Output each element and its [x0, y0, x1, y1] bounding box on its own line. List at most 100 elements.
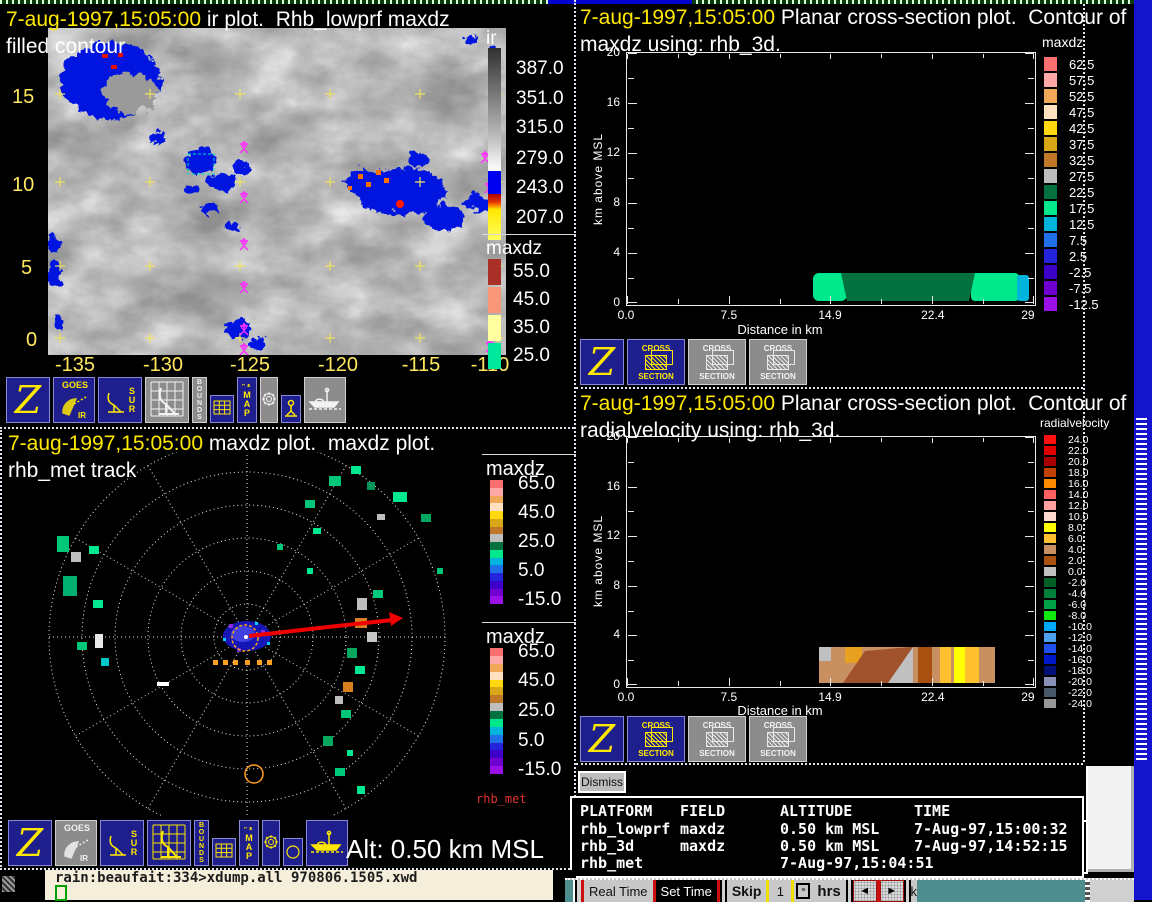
radar-ppi-display[interactable] — [7, 452, 479, 816]
colorbar-separator — [482, 234, 576, 235]
optimizer-button[interactable] — [260, 377, 278, 423]
real-time-button[interactable]: Real Time — [584, 880, 653, 902]
zeb-menu-button[interactable]: Z — [6, 377, 50, 423]
radar-echo-cell — [89, 546, 99, 554]
axis-tick — [1025, 586, 1034, 587]
dismiss-button[interactable]: Dismiss — [578, 771, 626, 793]
cross-section-button[interactable]: CROSSSECTION — [749, 716, 807, 762]
scale-color-step — [490, 735, 503, 743]
frame-divider-bottom-right — [576, 763, 1083, 765]
axis-tick — [1033, 54, 1034, 59]
scale-color-step — [490, 719, 503, 727]
radar-echo-cell — [335, 768, 345, 776]
terminal-cursor — [55, 885, 67, 901]
maxdz16-colorbar-swatch — [1044, 297, 1057, 311]
grid-overlay-button[interactable] — [210, 395, 234, 423]
maxdz16-colorbar-value: 32.5 — [1069, 153, 1094, 168]
map-icon: ᵔᵜMAP — [244, 825, 255, 861]
time-control-taskbar: Real Time Set Time Skip 1 ≡ hrs ◄ ► k — [565, 878, 1134, 902]
bounds-button[interactable]: BOUNDS — [194, 820, 209, 866]
buoy-overlay-button[interactable] — [281, 395, 301, 423]
maxdz16-colorbar-row: -2.5 — [1044, 264, 1099, 280]
ir-map-title: 7-aug-1997,15:05:00 ir plot. Rhb_lowprf … — [6, 6, 450, 33]
map-overlay-button[interactable]: ᵔᵜMAP — [239, 820, 259, 866]
axis-tick — [830, 296, 831, 304]
scale-value: 25.0 — [518, 531, 555, 553]
zeb-menu-button[interactable]: Z — [580, 716, 624, 762]
maxdz-colorbar: 55.045.035.025.0 — [488, 258, 550, 370]
axis-tick — [628, 128, 634, 129]
goes-ir-button[interactable]: GOESIR — [55, 820, 97, 866]
maxdz-xsec-toolbar: ZCROSSSECTIONCROSSSECTIONCROSSSECTION — [580, 335, 807, 385]
radar-echo-cell — [421, 514, 431, 522]
ship-track-button[interactable] — [304, 377, 346, 423]
optimizer-button[interactable] — [262, 820, 280, 866]
set-time-button[interactable]: Set Time — [656, 880, 717, 902]
axis-tick — [729, 678, 730, 686]
circle-overlay-button[interactable] — [283, 838, 303, 866]
x-tick-label: 7.5 — [720, 308, 737, 322]
y-tick-label: 0 — [600, 677, 620, 691]
step-forward-button[interactable]: ► — [880, 880, 904, 902]
maxdz16-colorbar-value: 42.5 — [1069, 121, 1094, 136]
radial25-colorbar-swatch — [1044, 699, 1056, 708]
scrollbar-track[interactable] — [1136, 415, 1147, 760]
axis-tick — [628, 203, 637, 204]
radial25-colorbar-swatch — [1044, 589, 1056, 598]
maxdz16-colorbar-value: 37.5 — [1069, 137, 1094, 152]
taskbar-teal-fill — [917, 880, 1085, 902]
axis-tick — [1028, 561, 1034, 562]
frame-divider-vertical — [574, 0, 576, 876]
radar-echo-cell — [101, 658, 109, 666]
status-col-header: FIELD — [680, 802, 725, 820]
radar-echo-cell — [313, 528, 321, 534]
cross-section-button-active[interactable]: CROSSSECTION — [627, 339, 685, 385]
zeb-menu-button[interactable]: Z — [580, 339, 624, 385]
axis-tick — [932, 54, 933, 59]
cross-section-button[interactable]: CROSSSECTION — [749, 339, 807, 385]
radial25-colorbar-swatch — [1044, 545, 1056, 554]
cross-section-button-active[interactable]: CROSSSECTION — [627, 716, 685, 762]
zeb-menu-button[interactable]: Z — [8, 820, 52, 866]
x-tick-label: 22.4 — [921, 308, 944, 322]
cross-section-button[interactable]: CROSSSECTION — [688, 339, 746, 385]
radar-grid-button[interactable] — [147, 820, 191, 866]
bounds-button[interactable]: BOUNDS — [192, 377, 207, 423]
skip-value-input[interactable]: 1 — [769, 880, 791, 902]
scale-value: 5.0 — [518, 560, 544, 582]
scale-color-step — [490, 550, 503, 558]
axis-tick — [983, 681, 984, 686]
radar-grid-button[interactable] — [145, 377, 189, 423]
axis-tick — [932, 438, 933, 443]
terminal-window[interactable]: rain:beaufait:334>xdump.all 970806.1505.… — [45, 870, 553, 900]
maxdz16-colorbar-row: 37.5 — [1044, 136, 1099, 152]
grid-overlay-button[interactable] — [212, 838, 236, 866]
maxdz16-colorbar-value: 22.5 — [1069, 185, 1094, 200]
hrs-label: hrs — [812, 880, 845, 902]
map-overlay-button[interactable]: ᵔᵜMAP — [237, 377, 257, 423]
maxdz16-colorbar-row: 27.5 — [1044, 168, 1099, 184]
cross-section-button[interactable]: CROSSSECTION — [688, 716, 746, 762]
status-cell: 7-Aug-97,15:04:51 — [780, 854, 934, 872]
ship-track-button[interactable] — [306, 820, 348, 866]
scale-color-step — [490, 558, 503, 566]
satellite-image[interactable] — [48, 28, 506, 355]
maxdz-xsec-plot[interactable] — [626, 52, 1036, 306]
goes-ir-button[interactable]: GOESIR — [53, 377, 95, 423]
radar-echo-cell — [63, 576, 77, 596]
maxdz16-colorbar-swatch — [1044, 89, 1057, 103]
axis-tick — [628, 103, 637, 104]
step-back-button[interactable]: ◄ — [853, 880, 877, 902]
surveillance-button[interactable]: SUR — [98, 377, 142, 423]
maxdz16-colorbar-row: -7.5 — [1044, 280, 1099, 296]
terminal-resize-handle[interactable] — [2, 876, 15, 892]
units-icon[interactable]: ≡ — [794, 880, 812, 902]
maxdz16-colorbar-swatch — [1044, 137, 1057, 151]
surveillance-button[interactable]: SUR — [100, 820, 144, 866]
radar-title-time: 7-aug-1997,15:05:00 — [8, 432, 203, 455]
radar-title-line2: rhb_met track — [8, 457, 136, 484]
maxdz16-colorbar-row: 7.5 — [1044, 232, 1099, 248]
axis-tick — [1028, 78, 1034, 79]
radial-xsec-plot[interactable] — [626, 436, 1036, 688]
maxdz16-colorbar-swatch — [1044, 201, 1057, 215]
